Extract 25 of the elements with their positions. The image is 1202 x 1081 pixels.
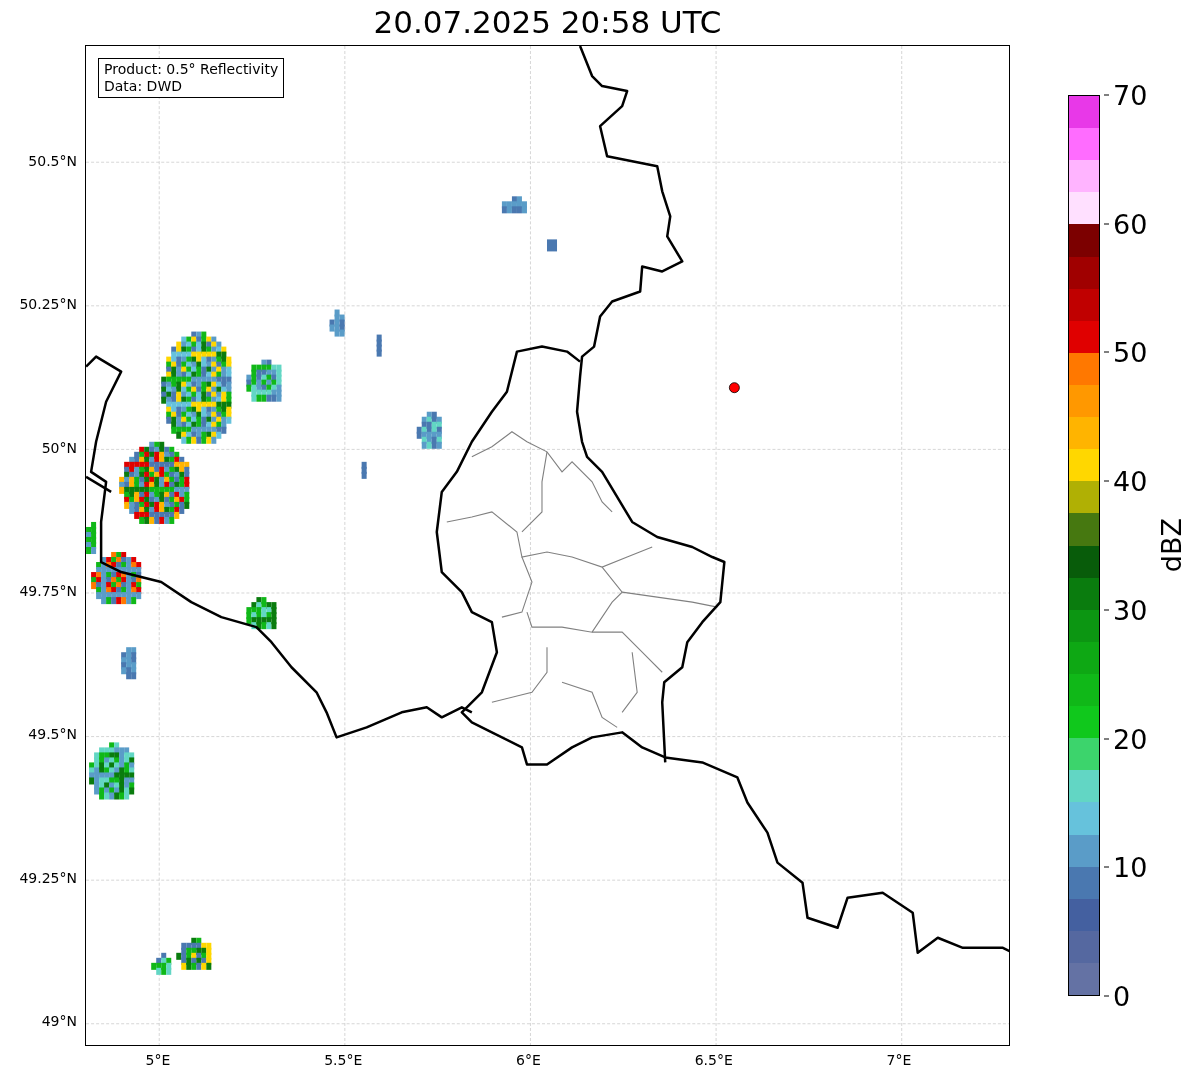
colorbar-tick-label: 40 [1113, 465, 1148, 497]
colorbar-tick-label: 70 [1113, 79, 1148, 111]
longitude-label: 7°E [886, 1052, 912, 1068]
colorbar-tick-label: 60 [1113, 208, 1148, 240]
colorbar-tick-label: 0 [1113, 980, 1131, 1012]
longitude-label: 6°E [516, 1052, 541, 1068]
latitude-label: 49°N [41, 1012, 77, 1029]
chart-title: 20.07.2025 20:58 UTC [373, 3, 722, 41]
latitude-label: 49.75°N [19, 582, 77, 599]
location-marker-icon [728, 382, 740, 394]
latitude-label: 49.5°N [28, 726, 77, 743]
colorbar-tick-label: 20 [1113, 723, 1148, 755]
longitude-label: 6.5°E [694, 1052, 733, 1068]
colorbar-label: dBZ [1156, 518, 1187, 573]
colorbar-tick-label: 30 [1113, 594, 1148, 626]
longitude-label: 5.5°E [324, 1052, 363, 1068]
colorbar-tick-label: 10 [1113, 851, 1148, 883]
info-text: Product: 0.5° Reflectivity [104, 61, 279, 78]
latitude-label: 50.25°N [19, 296, 77, 313]
latitude-label: 49.25°N [19, 869, 77, 886]
latitude-label: 50.5°N [28, 153, 77, 169]
latitude-label: 50°N [41, 439, 77, 456]
colorbar-tick-label: 50 [1113, 336, 1148, 368]
info-text: Data: DWD [104, 78, 183, 95]
longitude-label: 5°E [145, 1052, 171, 1068]
